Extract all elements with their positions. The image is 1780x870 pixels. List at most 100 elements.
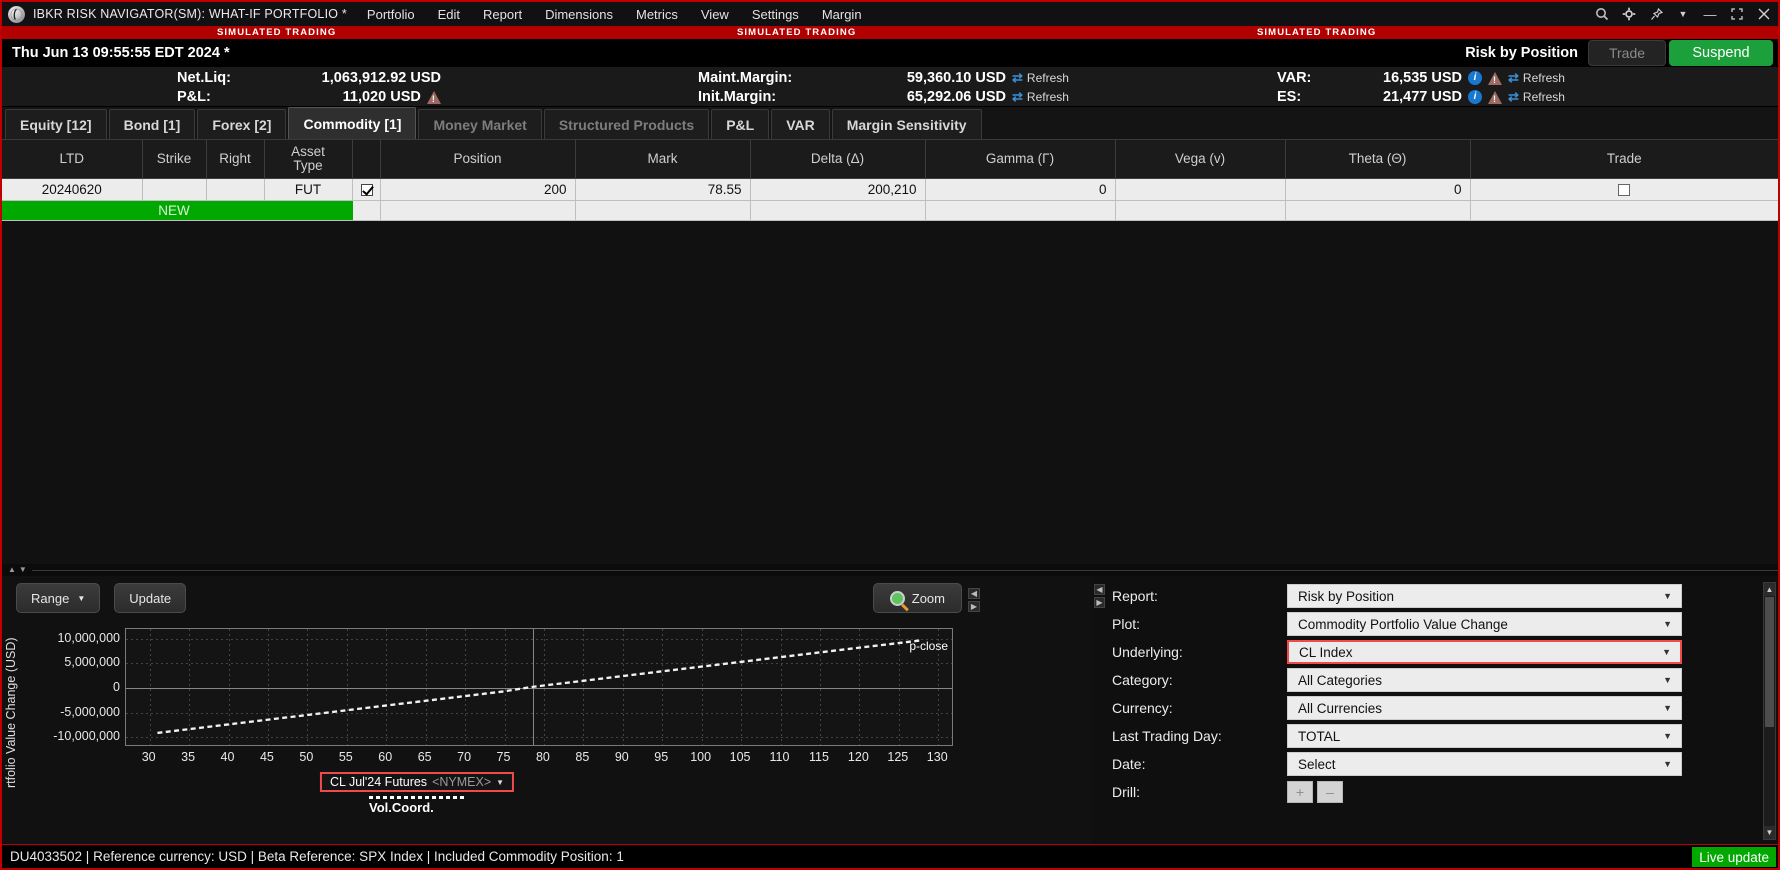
new-row[interactable]: NEW	[2, 200, 1778, 221]
col-trade[interactable]: Trade	[1470, 140, 1778, 179]
col-vega[interactable]: Vega (v)	[1115, 140, 1286, 179]
col-asset-type[interactable]: Asset Type	[264, 140, 353, 179]
tab-pnl[interactable]: P&L	[711, 109, 770, 139]
refresh-icon[interactable]: ⇄	[1508, 70, 1519, 86]
col-delta[interactable]: Delta (Δ)	[750, 140, 926, 179]
menu-report[interactable]: Report	[481, 6, 524, 23]
scrollbar-thumb[interactable]	[1765, 597, 1774, 727]
update-button[interactable]: Update	[114, 583, 187, 613]
scroll-down-icon[interactable]: ▼	[1764, 826, 1775, 839]
maint-refresh-link[interactable]: Refresh	[1027, 71, 1069, 85]
menu-margin[interactable]: Margin	[820, 6, 864, 23]
col-ltd[interactable]: LTD	[2, 140, 143, 179]
menu-portfolio[interactable]: Portfolio	[365, 6, 417, 23]
info-icon[interactable]: i	[1468, 89, 1482, 104]
scroll-left-icon[interactable]: ◀	[968, 588, 980, 599]
pane-scroll-arrows[interactable]: ◀ ▶	[968, 588, 980, 612]
drill-minus-button[interactable]: –	[1317, 781, 1343, 803]
col-include[interactable]	[352, 140, 381, 179]
new-cell-vega[interactable]	[1115, 200, 1286, 221]
tab-money-market[interactable]: Money Market	[418, 109, 542, 139]
last-trading-day-dropdown[interactable]: TOTAL ▼	[1287, 724, 1682, 748]
form-scroll-arrows[interactable]: ◀ ▶	[1094, 584, 1105, 608]
chevron-down-icon[interactable]: ▼	[1675, 6, 1691, 22]
live-update-badge[interactable]: Live update	[1692, 847, 1776, 867]
date-dropdown[interactable]: Select ▼	[1287, 752, 1682, 776]
menu-edit[interactable]: Edit	[436, 6, 462, 23]
new-cell-position[interactable]	[380, 200, 576, 221]
col-mark[interactable]: Mark	[575, 140, 751, 179]
tab-margin-sensitivity[interactable]: Margin Sensitivity	[831, 109, 982, 139]
zoom-button[interactable]: Zoom	[872, 583, 962, 613]
var-label: VAR:	[1277, 69, 1312, 86]
scroll-up-icon[interactable]: ▲	[1764, 583, 1775, 596]
close-icon[interactable]	[1756, 6, 1772, 22]
col-strike[interactable]: Strike	[142, 140, 207, 179]
var-refresh-link[interactable]: Refresh	[1523, 71, 1565, 85]
scroll-left-icon[interactable]: ◀	[1094, 584, 1105, 595]
netliq-row: Net.Liq: 1,063,912.92 USD	[177, 68, 441, 87]
chart-underlying-selector[interactable]: CL Jul'24 Futures <NYMEX> ▼	[319, 772, 515, 792]
report-dropdown[interactable]: Risk by Position ▼	[1287, 584, 1682, 608]
table-row[interactable]: 20240620 FUT 200 78.55 200,210 0 0	[2, 178, 1778, 201]
refresh-icon[interactable]: ⇄	[1508, 89, 1519, 105]
menu-metrics[interactable]: Metrics	[634, 6, 680, 23]
new-cell-trade[interactable]	[1470, 200, 1778, 221]
gear-icon[interactable]	[1621, 6, 1637, 22]
cell-trade-checkbox[interactable]	[1470, 178, 1778, 201]
menu-settings[interactable]: Settings	[750, 6, 801, 23]
trade-button[interactable]: Trade	[1588, 40, 1666, 66]
new-cell-asset-type[interactable]	[264, 200, 353, 221]
currency-dropdown[interactable]: All Currencies ▼	[1287, 696, 1682, 720]
new-cell-theta[interactable]	[1285, 200, 1471, 221]
minimize-icon[interactable]: —	[1702, 6, 1718, 22]
new-cell-ltd[interactable]	[2, 200, 143, 221]
col-gamma[interactable]: Gamma (Γ)	[925, 140, 1116, 179]
maximize-icon[interactable]	[1729, 6, 1745, 22]
chart-plot[interactable]: p-close	[125, 628, 953, 746]
scroll-right-icon[interactable]: ▶	[968, 601, 980, 612]
refresh-icon[interactable]: ⇄	[1012, 89, 1023, 105]
include-checkbox[interactable]	[360, 183, 373, 196]
collapse-up-icon[interactable]: ▲	[8, 566, 16, 574]
menu-view[interactable]: View	[699, 6, 731, 23]
tab-bond[interactable]: Bond [1]	[108, 109, 196, 139]
cell-include-checkbox[interactable]	[352, 178, 381, 201]
col-right[interactable]: Right	[206, 140, 265, 179]
title-bar: IBKR RISK NAVIGATOR(SM): WHAT-IF PORTFOL…	[2, 2, 1778, 26]
drill-plus-button[interactable]: +	[1287, 781, 1313, 803]
underlying-dropdown[interactable]: CL Index ▼	[1287, 640, 1682, 664]
panel-splitter[interactable]: ▲ ▼	[2, 564, 1778, 576]
collapse-down-icon[interactable]: ▼	[19, 566, 27, 574]
new-cell-right[interactable]	[206, 200, 265, 221]
suspend-button[interactable]: Suspend	[1669, 40, 1773, 66]
range-button[interactable]: Range ▼	[16, 583, 101, 613]
search-icon[interactable]	[1594, 6, 1610, 22]
tab-commodity[interactable]: Commodity [1]	[288, 107, 417, 139]
new-cell-include[interactable]	[352, 200, 381, 221]
tab-structured-products[interactable]: Structured Products	[543, 109, 710, 139]
menu-dimensions[interactable]: Dimensions	[543, 6, 615, 23]
init-refresh-link[interactable]: Refresh	[1027, 90, 1069, 104]
trade-checkbox[interactable]	[1618, 183, 1631, 196]
tab-forex[interactable]: Forex [2]	[197, 109, 287, 139]
form-scrollbar[interactable]: ▲ ▼	[1763, 582, 1776, 840]
pin-icon[interactable]	[1648, 6, 1664, 22]
info-icon[interactable]: i	[1468, 70, 1482, 85]
plot-dropdown[interactable]: Commodity Portfolio Value Change ▼	[1287, 612, 1682, 636]
new-cell-gamma[interactable]	[925, 200, 1116, 221]
category-dropdown[interactable]: All Categories ▼	[1287, 668, 1682, 692]
col-theta[interactable]: Theta (Θ)	[1285, 140, 1471, 179]
scroll-right-icon[interactable]: ▶	[1094, 597, 1105, 608]
es-refresh-link[interactable]: Refresh	[1523, 90, 1565, 104]
cell-gamma: 0	[925, 178, 1116, 201]
refresh-icon[interactable]: ⇄	[1012, 70, 1023, 86]
tab-var[interactable]: VAR	[771, 109, 830, 139]
new-row-label[interactable]: NEW	[142, 200, 207, 221]
tab-equity[interactable]: Equity [12]	[5, 109, 107, 139]
chart-y-tick-label: 5,000,000	[64, 655, 120, 670]
chevron-down-icon: ▼	[1663, 591, 1672, 601]
col-position[interactable]: Position	[380, 140, 576, 179]
new-cell-delta[interactable]	[750, 200, 926, 221]
new-cell-mark[interactable]	[575, 200, 751, 221]
